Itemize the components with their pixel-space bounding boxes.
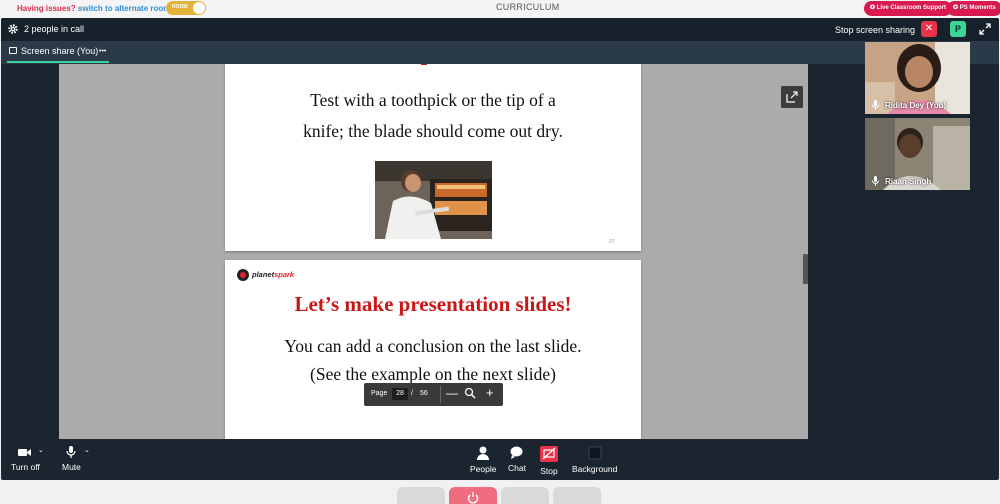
popout-icon[interactable] — [781, 86, 803, 108]
expand-icon[interactable] — [979, 23, 991, 35]
slide-text-line: (See the example on the next slide) — [310, 364, 556, 384]
stop-label: Stop — [540, 466, 558, 476]
page-number-input[interactable]: 28 — [392, 388, 408, 400]
screen-share-icon — [9, 47, 17, 54]
slide-text-line: You can add a conclusion on the last sli… — [284, 336, 582, 356]
toggle-knob — [193, 2, 205, 14]
issues-text: Having issues? — [17, 4, 76, 13]
top-strip: Having issues? switch to alternate room … — [0, 0, 1000, 18]
person-icon — [477, 446, 490, 460]
people-label: People — [470, 464, 497, 474]
slide-text-line: Test with a toothpick or the tip of a — [310, 90, 556, 110]
room-toggle[interactable]: ROOM — [166, 1, 206, 15]
user-avatar-button[interactable]: P — [950, 21, 966, 37]
planet-icon — [237, 269, 249, 281]
stop-screen-share-icon — [540, 446, 558, 462]
camera-options-chevron-down-icon[interactable]: ⌄ — [38, 446, 44, 454]
microphone-icon — [66, 446, 77, 458]
issues-notice: Having issues? switch to alternate room — [17, 4, 170, 13]
page-label: Page — [371, 390, 388, 397]
logo-text: planetspark — [252, 270, 295, 279]
video-camera-icon — [18, 449, 32, 456]
camera-toggle-button[interactable]: Turn off — [11, 446, 40, 472]
scrollbar-thumb[interactable] — [803, 254, 808, 284]
slide-text-line: knife; the blade should come out dry. — [303, 121, 563, 141]
camera-icon: ✪ — [953, 5, 960, 11]
leave-call-dock-button[interactable] — [449, 487, 497, 504]
slide-red-mark — [421, 64, 427, 65]
mic-icon — [872, 176, 879, 186]
background-button[interactable]: Background — [572, 446, 617, 474]
zoom-icon[interactable] — [464, 387, 476, 399]
ps-moments-button[interactable]: ✪ PS Moments — [947, 1, 1000, 16]
slide-27: Test with a toothpick or the tip of a kn… — [225, 64, 641, 251]
background-icon — [588, 446, 602, 460]
zoom-out-button[interactable]: — — [446, 386, 458, 400]
participant-tile[interactable]: Ridita Dey (You) — [865, 42, 970, 114]
window-dock-button[interactable] — [501, 487, 549, 504]
stop-sharing-button[interactable]: ✕ — [921, 21, 937, 37]
call-header: 2 people in call Stop screen sharing ✕ P — [1, 18, 999, 41]
active-tab-indicator — [7, 61, 109, 63]
tab-menu-icon[interactable]: ••• — [99, 48, 106, 55]
participant-tile[interactable]: Riaan Singh — [865, 118, 970, 190]
divider — [440, 386, 441, 403]
mute-label: Mute — [62, 462, 81, 472]
gear-icon[interactable] — [7, 23, 19, 35]
page-separator: / — [411, 390, 413, 397]
palette-dock-button[interactable] — [553, 487, 601, 504]
mic-options-chevron-down-icon[interactable]: ⌄ — [84, 446, 90, 454]
room-toggle-label: ROOM — [172, 4, 188, 10]
stop-screen-sharing-label: Stop screen sharing — [835, 25, 916, 35]
mic-icon — [872, 100, 879, 110]
participant-name: Ridita Dey (You) — [885, 101, 947, 110]
tab-bar: Screen share (You) ••• — [1, 41, 999, 64]
participant-name: Riaan Singh — [885, 177, 932, 186]
meeting-frame: 2 people in call Stop screen sharing ✕ P… — [1, 18, 999, 480]
switch-room-link[interactable]: switch to alternate room — [78, 4, 170, 13]
tab-label: Screen share (You) — [21, 46, 99, 56]
people-count: 2 people in call — [24, 24, 85, 34]
stop-share-button[interactable]: Stop — [540, 446, 558, 476]
baker-photo — [375, 161, 492, 239]
tab-screen-share[interactable]: Screen share (You) ••• — [7, 41, 109, 64]
page-navigator: Page 28 / 56 — + — [364, 383, 503, 406]
page-title: CURRICULUM — [496, 2, 560, 12]
chat-label: Chat — [508, 463, 526, 473]
chat-bubble-icon — [510, 446, 523, 459]
mute-button[interactable]: Mute — [62, 446, 81, 472]
page-total: 56 — [420, 390, 428, 397]
slide-28: planetspark Let’s make presentation slid… — [225, 260, 641, 439]
slide-number: 27 — [609, 239, 615, 245]
slide-heading: Let’s make presentation slides! — [294, 292, 572, 316]
turn-off-label: Turn off — [11, 462, 40, 472]
zoom-in-button[interactable]: + — [486, 385, 494, 400]
fullscreen-dock-button[interactable] — [397, 487, 445, 504]
screen-share-view: Test with a toothpick or the tip of a kn… — [59, 64, 808, 439]
background-label: Background — [572, 464, 618, 474]
chat-button[interactable]: Chat — [508, 446, 526, 473]
live-classroom-support-button[interactable]: ✪ Live Classroom Support — [864, 1, 953, 16]
people-button[interactable]: People — [470, 446, 496, 474]
support-icon: ✪ — [870, 5, 877, 11]
power-icon — [467, 492, 479, 504]
